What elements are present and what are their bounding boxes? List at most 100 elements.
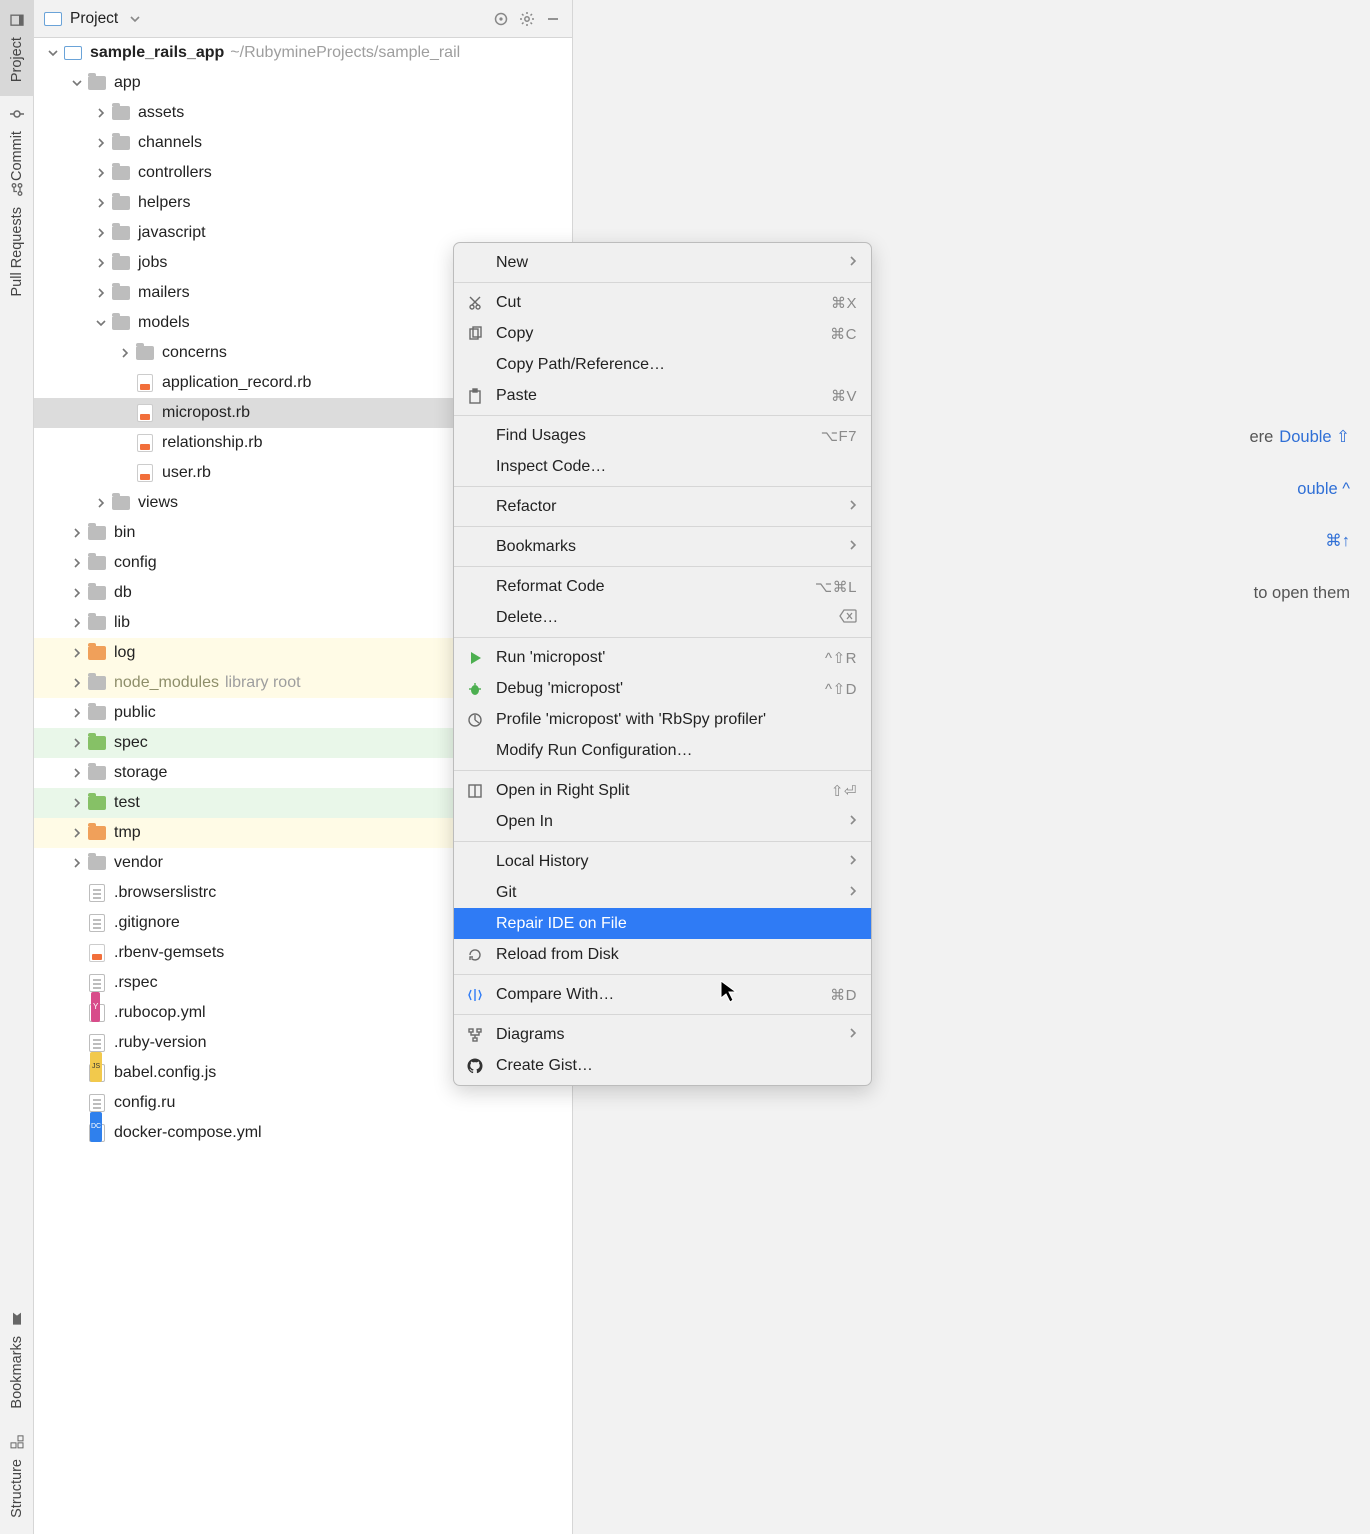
tree-node-assets[interactable]: assets bbox=[34, 98, 572, 128]
tree-node-label: log bbox=[114, 638, 135, 668]
folder-icon bbox=[86, 852, 108, 874]
expand-arrow[interactable] bbox=[92, 494, 110, 512]
expand-arrow[interactable] bbox=[44, 44, 62, 62]
menu-item[interactable]: Repair IDE on File bbox=[454, 908, 871, 939]
tree-node-helpers[interactable]: helpers bbox=[34, 188, 572, 218]
menu-item[interactable]: New bbox=[454, 247, 871, 278]
menu-item[interactable]: Git bbox=[454, 877, 871, 908]
hint-text: ere bbox=[1249, 420, 1273, 454]
menu-item[interactable]: Reload from Disk bbox=[454, 939, 871, 970]
expand-arrow[interactable] bbox=[68, 674, 86, 692]
menu-item[interactable]: Paste ⌘V bbox=[454, 380, 871, 411]
menu-item[interactable]: Open in Right Split ⇧⏎ bbox=[454, 775, 871, 806]
stripe-project[interactable]: Project bbox=[0, 0, 34, 96]
gear-icon[interactable] bbox=[518, 10, 536, 28]
menu-shortcut bbox=[839, 609, 857, 627]
stripe-commit[interactable]: Commit bbox=[0, 96, 34, 192]
menu-item[interactable]: Run 'micropost' ^⇧R bbox=[454, 642, 871, 673]
editor-shortcuts-hint: ere Double ⇧ouble ^⌘↑to open them bbox=[1249, 420, 1350, 610]
tree-node-label: .rbenv-gemsets bbox=[114, 938, 224, 968]
expand-arrow[interactable] bbox=[68, 734, 86, 752]
copy-icon bbox=[464, 326, 486, 342]
menu-item[interactable]: Copy Path/Reference… bbox=[454, 349, 871, 380]
tree-node-label: bin bbox=[114, 518, 135, 548]
minimize-icon[interactable] bbox=[544, 10, 562, 28]
menu-shortcut: ⌘D bbox=[830, 986, 857, 1004]
expand-arrow[interactable] bbox=[68, 74, 86, 92]
stripe-structure[interactable]: Structure bbox=[0, 1418, 34, 1534]
tree-node-config.ru[interactable]: config.ru bbox=[34, 1088, 572, 1118]
hint-shortcut: ⌘↑ bbox=[1325, 524, 1350, 558]
expand-arrow[interactable] bbox=[92, 194, 110, 212]
menu-item[interactable]: Diagrams bbox=[454, 1019, 871, 1050]
expand-arrow[interactable] bbox=[92, 284, 110, 302]
tree-node-label: mailers bbox=[138, 278, 190, 308]
menu-item[interactable]: Copy ⌘C bbox=[454, 318, 871, 349]
expand-arrow[interactable] bbox=[68, 824, 86, 842]
expand-arrow bbox=[116, 404, 134, 422]
menu-item[interactable]: Profile 'micropost' with 'RbSpy profiler… bbox=[454, 704, 871, 735]
menu-item[interactable]: Reformat Code ⌥⌘L bbox=[454, 571, 871, 602]
expand-arrow[interactable] bbox=[68, 794, 86, 812]
menu-item-label: Copy bbox=[496, 325, 820, 343]
submenu-arrow-icon bbox=[849, 254, 857, 272]
tree-node-label: sample_rails_app bbox=[90, 38, 224, 68]
menu-item[interactable]: Delete… bbox=[454, 602, 871, 633]
expand-arrow[interactable] bbox=[92, 314, 110, 332]
menu-separator bbox=[454, 770, 871, 771]
submenu-arrow-icon bbox=[849, 853, 857, 871]
tree-node-label: concerns bbox=[162, 338, 227, 368]
menu-item[interactable]: Cut ⌘X bbox=[454, 287, 871, 318]
menu-item[interactable]: Refactor bbox=[454, 491, 871, 522]
menu-item[interactable]: Inspect Code… bbox=[454, 451, 871, 482]
tree-node-docker-compose.yml[interactable]: docker-compose.yml bbox=[34, 1118, 572, 1148]
select-opened-file-icon[interactable] bbox=[492, 10, 510, 28]
menu-item[interactable]: Local History bbox=[454, 846, 871, 877]
tree-node-label: tmp bbox=[114, 818, 141, 848]
folder-icon bbox=[110, 102, 132, 124]
menu-item[interactable]: Compare With… ⌘D bbox=[454, 979, 871, 1010]
expand-arrow[interactable] bbox=[68, 614, 86, 632]
expand-arrow[interactable] bbox=[68, 524, 86, 542]
folder-green-icon bbox=[86, 792, 108, 814]
expand-arrow[interactable] bbox=[92, 134, 110, 152]
menu-item[interactable]: Open In bbox=[454, 806, 871, 837]
menu-item[interactable]: Debug 'micropost' ^⇧D bbox=[454, 673, 871, 704]
folder-icon bbox=[110, 132, 132, 154]
expand-arrow[interactable] bbox=[68, 644, 86, 662]
tree-node-sample_rails_app[interactable]: sample_rails_app ~/RubymineProjects/samp… bbox=[34, 38, 572, 68]
menu-item[interactable]: Find Usages ⌥F7 bbox=[454, 420, 871, 451]
expand-arrow[interactable] bbox=[68, 554, 86, 572]
expand-arrow[interactable] bbox=[68, 764, 86, 782]
expand-arrow[interactable] bbox=[92, 224, 110, 242]
menu-item[interactable]: Create Gist… bbox=[454, 1050, 871, 1081]
expand-arrow[interactable] bbox=[92, 254, 110, 272]
expand-arrow[interactable] bbox=[68, 704, 86, 722]
expand-arrow bbox=[116, 434, 134, 452]
menu-item-label: Git bbox=[496, 884, 839, 902]
left-tool-stripe: Project Commit Pull Requests Bookmarks S… bbox=[0, 0, 34, 1534]
folder-orange-icon bbox=[86, 642, 108, 664]
view-mode-dropdown[interactable] bbox=[126, 10, 144, 28]
tree-node-channels[interactable]: channels bbox=[34, 128, 572, 158]
expand-arrow[interactable] bbox=[92, 164, 110, 182]
tree-node-controllers[interactable]: controllers bbox=[34, 158, 572, 188]
expand-arrow[interactable] bbox=[68, 584, 86, 602]
stripe-pull-requests[interactable]: Pull Requests bbox=[0, 192, 34, 288]
menu-item-label: Profile 'micropost' with 'RbSpy profiler… bbox=[496, 711, 857, 729]
menu-item[interactable]: Modify Run Configuration… bbox=[454, 735, 871, 766]
tree-node-label: spec bbox=[114, 728, 148, 758]
tree-node-app[interactable]: app bbox=[34, 68, 572, 98]
expand-arrow[interactable] bbox=[68, 854, 86, 872]
folder-icon bbox=[86, 522, 108, 544]
menu-shortcut: ⌥F7 bbox=[821, 427, 857, 445]
folder-icon bbox=[110, 162, 132, 184]
tree-node-label: storage bbox=[114, 758, 167, 788]
menu-item-label: Cut bbox=[496, 294, 821, 312]
menu-item[interactable]: Bookmarks bbox=[454, 531, 871, 562]
file-context-menu[interactable]: New Cut ⌘X Copy ⌘C Copy Path/Reference… bbox=[453, 242, 872, 1086]
stripe-bookmarks[interactable]: Bookmarks bbox=[0, 1302, 34, 1418]
expand-arrow[interactable] bbox=[92, 104, 110, 122]
menu-separator bbox=[454, 282, 871, 283]
expand-arrow[interactable] bbox=[116, 344, 134, 362]
